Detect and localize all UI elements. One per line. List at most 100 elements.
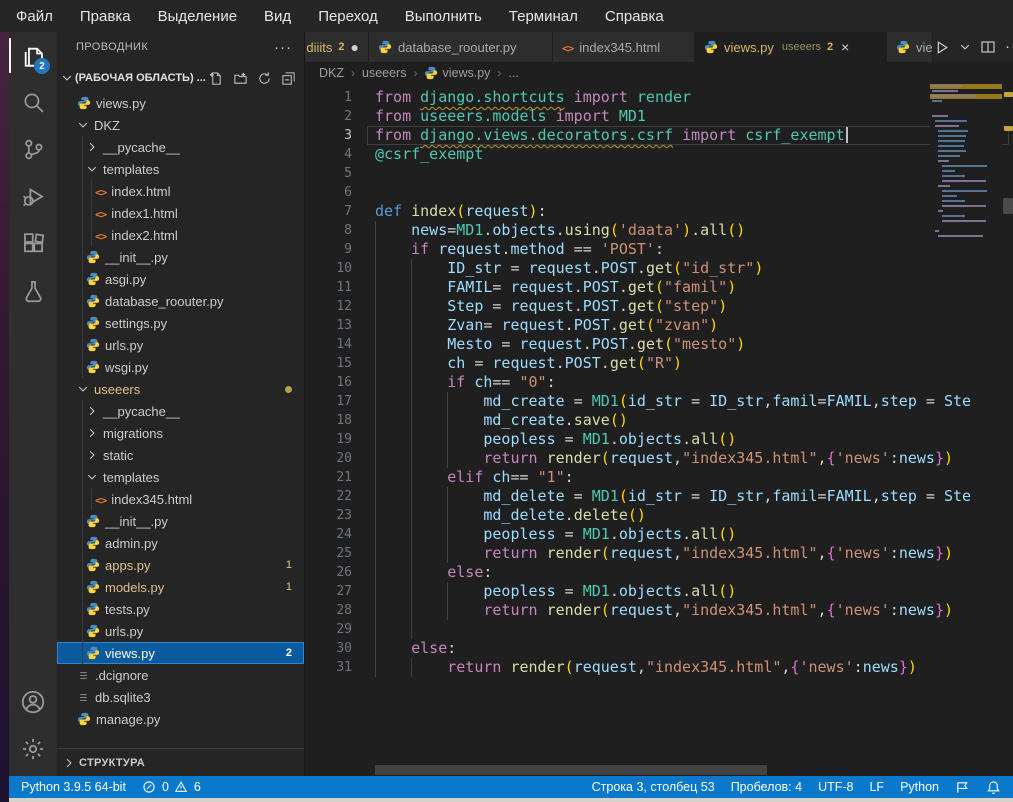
- code-area[interactable]: 1from django.shortcuts import render2fro…: [305, 84, 1013, 766]
- tree-item--dcignore[interactable]: .dcignore: [57, 664, 304, 686]
- status-feedback[interactable]: [955, 780, 970, 795]
- code-line-7[interactable]: 7def index(request):: [305, 202, 1013, 221]
- run-dropdown-icon[interactable]: [959, 41, 971, 53]
- more-actions-icon[interactable]: ···: [1005, 38, 1013, 56]
- tree-item--init-py[interactable]: __init__.py: [57, 510, 304, 532]
- tree-item-views-py[interactable]: views.py: [57, 92, 304, 114]
- code-line-27[interactable]: 27 peopless = MD1.objects.all(): [305, 582, 1013, 601]
- code-line-8[interactable]: 8 news=MD1.objects.using('daata').all(): [305, 221, 1013, 240]
- status-indentation[interactable]: Пробелов: 4: [731, 780, 802, 794]
- dirty-dot-icon[interactable]: ●: [351, 42, 359, 52]
- status-cursor-position[interactable]: Строка 3, столбец 53: [592, 780, 715, 794]
- breadcrumb-item-3[interactable]: views.py: [424, 66, 490, 80]
- tree-item-models-py[interactable]: models.py1: [57, 576, 304, 598]
- tree-item-database-roouter-py[interactable]: database_roouter.py: [57, 290, 304, 312]
- code-line-4[interactable]: 4@csrf_exempt: [305, 145, 1013, 164]
- code-line-21[interactable]: 21 elif ch== "1":: [305, 468, 1013, 487]
- tab-database-roouter-py[interactable]: database_roouter.py: [369, 32, 553, 62]
- activity-testing-button[interactable]: [9, 267, 57, 314]
- tree-item-useeers[interactable]: useeers: [57, 378, 304, 400]
- status-problems[interactable]: 06: [142, 780, 201, 794]
- tree-item-apps-py[interactable]: apps.py1: [57, 554, 304, 576]
- close-tab-icon[interactable]: ×: [841, 39, 849, 55]
- minimap[interactable]: [930, 84, 1002, 239]
- tree-item-migrations[interactable]: migrations: [57, 422, 304, 444]
- code-line-18[interactable]: 18 md_create.save(): [305, 411, 1013, 430]
- code-line-5[interactable]: 5: [305, 164, 1013, 183]
- workspace-section-header[interactable]: (РАБОЧАЯ ОБЛАСТЬ) ...: [57, 66, 304, 90]
- code-line-3[interactable]: 3from django.views.decorators.csrf impor…: [305, 126, 1013, 145]
- code-line-13[interactable]: 13 Zvan= request.POST.get("zvan"): [305, 316, 1013, 335]
- outline-section-header[interactable]: СТРУКТУРА: [57, 748, 304, 776]
- menu-item-6[interactable]: Выполнить: [405, 8, 482, 25]
- menu-item-2[interactable]: Правка: [80, 8, 131, 25]
- tree-item-templates[interactable]: templates: [57, 466, 304, 488]
- tree-item-db-sqlite3[interactable]: db.sqlite3: [57, 686, 304, 708]
- code-line-26[interactable]: 26 else:: [305, 563, 1013, 582]
- tree-item-admin-py[interactable]: admin.py: [57, 532, 304, 554]
- menu-item-8[interactable]: Справка: [605, 8, 664, 25]
- tree-item-wsgi-py[interactable]: wsgi.py: [57, 356, 304, 378]
- code-line-9[interactable]: 9 if request.method == 'POST':: [305, 240, 1013, 259]
- breadcrumb-item-4[interactable]: ...: [508, 66, 518, 80]
- vertical-scrollbar-thumb[interactable]: [1003, 198, 1012, 214]
- run-icon[interactable]: [933, 39, 950, 56]
- new-folder-icon[interactable]: [233, 71, 248, 86]
- menu-item-4[interactable]: Вид: [264, 8, 291, 25]
- menu-item-1[interactable]: Файл: [16, 8, 53, 25]
- code-line-30[interactable]: 30 else:: [305, 639, 1013, 658]
- tree-item-manage-py[interactable]: manage.py: [57, 708, 304, 730]
- activity-run-debug-button[interactable]: [9, 173, 57, 220]
- activity-extensions-button[interactable]: [9, 220, 57, 267]
- menu-item-5[interactable]: Переход: [318, 8, 378, 25]
- code-line-19[interactable]: 19 peopless = MD1.objects.all(): [305, 430, 1013, 449]
- horizontal-scrollbar-thumb[interactable]: [375, 765, 767, 775]
- status-encoding[interactable]: UTF-8: [818, 780, 853, 794]
- tab-index345-html[interactable]: <>index345.html: [553, 32, 695, 62]
- status-eol[interactable]: LF: [869, 780, 884, 794]
- code-line-28[interactable]: 28 return render(request,"index345.html"…: [305, 601, 1013, 620]
- activity-account-button[interactable]: [9, 678, 57, 725]
- code-line-14[interactable]: 14 Mesto = request.POST.get("mesto"): [305, 335, 1013, 354]
- status-python-version[interactable]: Python 3.9.5 64-bit: [21, 780, 126, 794]
- tree-item--init-py[interactable]: __init__.py: [57, 246, 304, 268]
- activity-settings-button[interactable]: [9, 725, 57, 772]
- status-language-mode[interactable]: Python: [900, 780, 939, 794]
- menu-item-3[interactable]: Выделение: [158, 8, 237, 25]
- tree-item-urls-py[interactable]: urls.py: [57, 620, 304, 642]
- tree-item-settings-py[interactable]: settings.py: [57, 312, 304, 334]
- status-notifications[interactable]: [986, 780, 1001, 795]
- tab-diiits[interactable]: diiits2●: [305, 32, 369, 62]
- tab-views-py[interactable]: views.pyuseeers2×: [695, 32, 887, 62]
- code-line-24[interactable]: 24 peopless = MD1.objects.all(): [305, 525, 1013, 544]
- code-line-11[interactable]: 11 FAMIL= request.POST.get("famil"): [305, 278, 1013, 297]
- code-line-2[interactable]: 2from useeers.models import MD1: [305, 107, 1013, 126]
- tree-item--pycache-[interactable]: __pycache__: [57, 400, 304, 422]
- tree-item-index1-html[interactable]: <>index1.html: [57, 202, 304, 224]
- code-line-1[interactable]: 1from django.shortcuts import render: [305, 88, 1013, 107]
- split-editor-icon[interactable]: [980, 39, 996, 55]
- refresh-icon[interactable]: [257, 71, 272, 86]
- tree-item-asgi-py[interactable]: asgi.py: [57, 268, 304, 290]
- tree-item-urls-py[interactable]: urls.py: [57, 334, 304, 356]
- activity-explorer-button[interactable]: 2: [9, 32, 57, 79]
- code-line-6[interactable]: 6: [305, 183, 1013, 202]
- tree-item--pycache-[interactable]: __pycache__: [57, 136, 304, 158]
- code-line-12[interactable]: 12 Step = request.POST.get("step"): [305, 297, 1013, 316]
- tree-item-templates[interactable]: templates: [57, 158, 304, 180]
- code-line-31[interactable]: 31 return render(request,"index345.html"…: [305, 658, 1013, 677]
- code-line-20[interactable]: 20 return render(request,"index345.html"…: [305, 449, 1013, 468]
- new-file-icon[interactable]: [209, 71, 224, 86]
- tree-item-tests-py[interactable]: tests.py: [57, 598, 304, 620]
- tree-item-index-html[interactable]: <>index.html: [57, 180, 304, 202]
- menu-item-7[interactable]: Терминал: [509, 8, 578, 25]
- code-line-10[interactable]: 10 ID_str = request.POST.get("id_str"): [305, 259, 1013, 278]
- breadcrumb-item-2[interactable]: useeers: [362, 66, 406, 80]
- breadcrumb-item-1[interactable]: DKZ: [319, 66, 344, 80]
- activity-source-control-button[interactable]: [9, 126, 57, 173]
- code-line-25[interactable]: 25 return render(request,"index345.html"…: [305, 544, 1013, 563]
- sidebar-more-actions-icon[interactable]: ···: [274, 39, 292, 56]
- code-line-22[interactable]: 22 md_delete = MD1(id_str = ID_str,famil…: [305, 487, 1013, 506]
- tree-item-static[interactable]: static: [57, 444, 304, 466]
- code-line-16[interactable]: 16 if ch== "0":: [305, 373, 1013, 392]
